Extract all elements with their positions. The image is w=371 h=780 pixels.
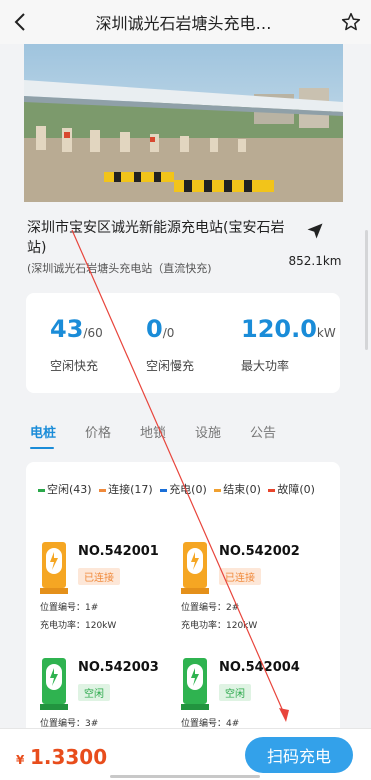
slow-charger-stat: 0/0 空闲慢充 — [146, 315, 194, 374]
pile-position: 位置编号：1# — [40, 603, 99, 613]
pile-number: NO.542003 — [78, 660, 159, 675]
price: ¥ 1.3300 — [16, 745, 107, 769]
price-value: 1.3300 — [29, 745, 108, 769]
navigation-arrow-icon — [307, 223, 323, 239]
station-info: 深圳市宝安区诚光新能源充电站(宝安石岩站) (深圳诚光石岩塘头充电站（直流快充) — [27, 218, 287, 276]
station-name: 深圳市宝安区诚光新能源充电站(宝安石岩站) — [27, 220, 285, 256]
navigate-button[interactable]: 852.1km — [287, 222, 343, 268]
fast-charger-stat: 43/60 空闲快充 — [50, 315, 103, 374]
pile-position: 位置编号：2# — [181, 603, 240, 613]
max-power-label: 最大功率 — [241, 359, 290, 373]
charger-green-icon — [40, 658, 68, 710]
fast-label: 空闲快充 — [50, 359, 99, 373]
tab-bar: 电桩 价格 地锁 设施 公告 — [30, 422, 340, 448]
slow-free-count: 0 — [146, 315, 163, 343]
legend-charging[interactable]: 充电(0) — [160, 483, 207, 496]
fast-free-count: 43 — [50, 315, 84, 343]
page-title: 深圳诚光石岩塘头充电… — [95, 14, 272, 33]
pile-number: NO.542004 — [219, 660, 300, 675]
star-icon — [341, 12, 361, 31]
charger-green-icon — [181, 658, 209, 710]
pile-status-badge: 已连接 — [219, 568, 261, 585]
max-power-stat: 120.0kW 最大功率 — [241, 315, 336, 374]
tab-price[interactable]: 价格 — [85, 422, 111, 441]
pile-status-badge: 空闲 — [219, 684, 251, 701]
pile-status-badge: 已连接 — [78, 568, 120, 585]
pile-power: 充电功率：120kW — [181, 621, 258, 631]
active-tab-indicator — [30, 447, 54, 449]
tab-ground-lock[interactable]: 地锁 — [140, 422, 166, 441]
legend-finished[interactable]: 结束(0) — [214, 483, 261, 496]
pile-number: NO.542001 — [78, 544, 159, 559]
station-photo — [24, 44, 343, 202]
station-subtitle: (深圳诚光石岩塘头充电站（直流快充) — [27, 262, 212, 275]
slow-label: 空闲慢充 — [146, 359, 195, 373]
charger-orange-icon — [181, 542, 209, 594]
pile-status-badge: 空闲 — [78, 684, 110, 701]
scrollbar[interactable] — [365, 230, 368, 350]
legend-fault[interactable]: 故障(0) — [268, 483, 315, 496]
charging-piles-card: 空闲(43) 连接(17) 充电(0) 结束(0) 故障(0) NO.54200… — [26, 462, 340, 762]
favorite-button[interactable] — [331, 0, 371, 44]
tab-facilities[interactable]: 设施 — [195, 422, 221, 441]
back-button[interactable] — [0, 0, 40, 44]
currency-symbol: ¥ — [16, 753, 25, 767]
back-arrow-icon — [14, 13, 25, 31]
stats-card: 43/60 空闲快充 0/0 空闲慢充 120.0kW 最大功率 — [26, 293, 340, 393]
legend-idle[interactable]: 空闲(43) — [38, 483, 92, 496]
max-power-unit: kW — [316, 326, 336, 340]
legend-connected[interactable]: 连接(17) — [99, 483, 153, 496]
slow-total: /0 — [162, 326, 175, 340]
pile-power: 充电功率：120kW — [40, 621, 117, 631]
pile-number: NO.542002 — [219, 544, 300, 559]
distance: 852.1km — [288, 254, 342, 268]
home-indicator — [110, 775, 260, 778]
fast-total: /60 — [83, 326, 103, 340]
max-power-value: 120.0 — [241, 315, 317, 343]
tab-piles[interactable]: 电桩 — [30, 422, 56, 441]
tab-notice[interactable]: 公告 — [250, 422, 276, 441]
top-bar: 深圳诚光石岩塘头充电… — [0, 0, 371, 44]
scan-to-charge-button[interactable]: 扫码充电 — [245, 737, 353, 773]
charger-orange-icon — [40, 542, 68, 594]
status-legend: 空闲(43) 连接(17) 充电(0) 结束(0) 故障(0) — [38, 481, 319, 497]
bottom-bar: ¥ 1.3300 扫码充电 — [0, 728, 371, 780]
